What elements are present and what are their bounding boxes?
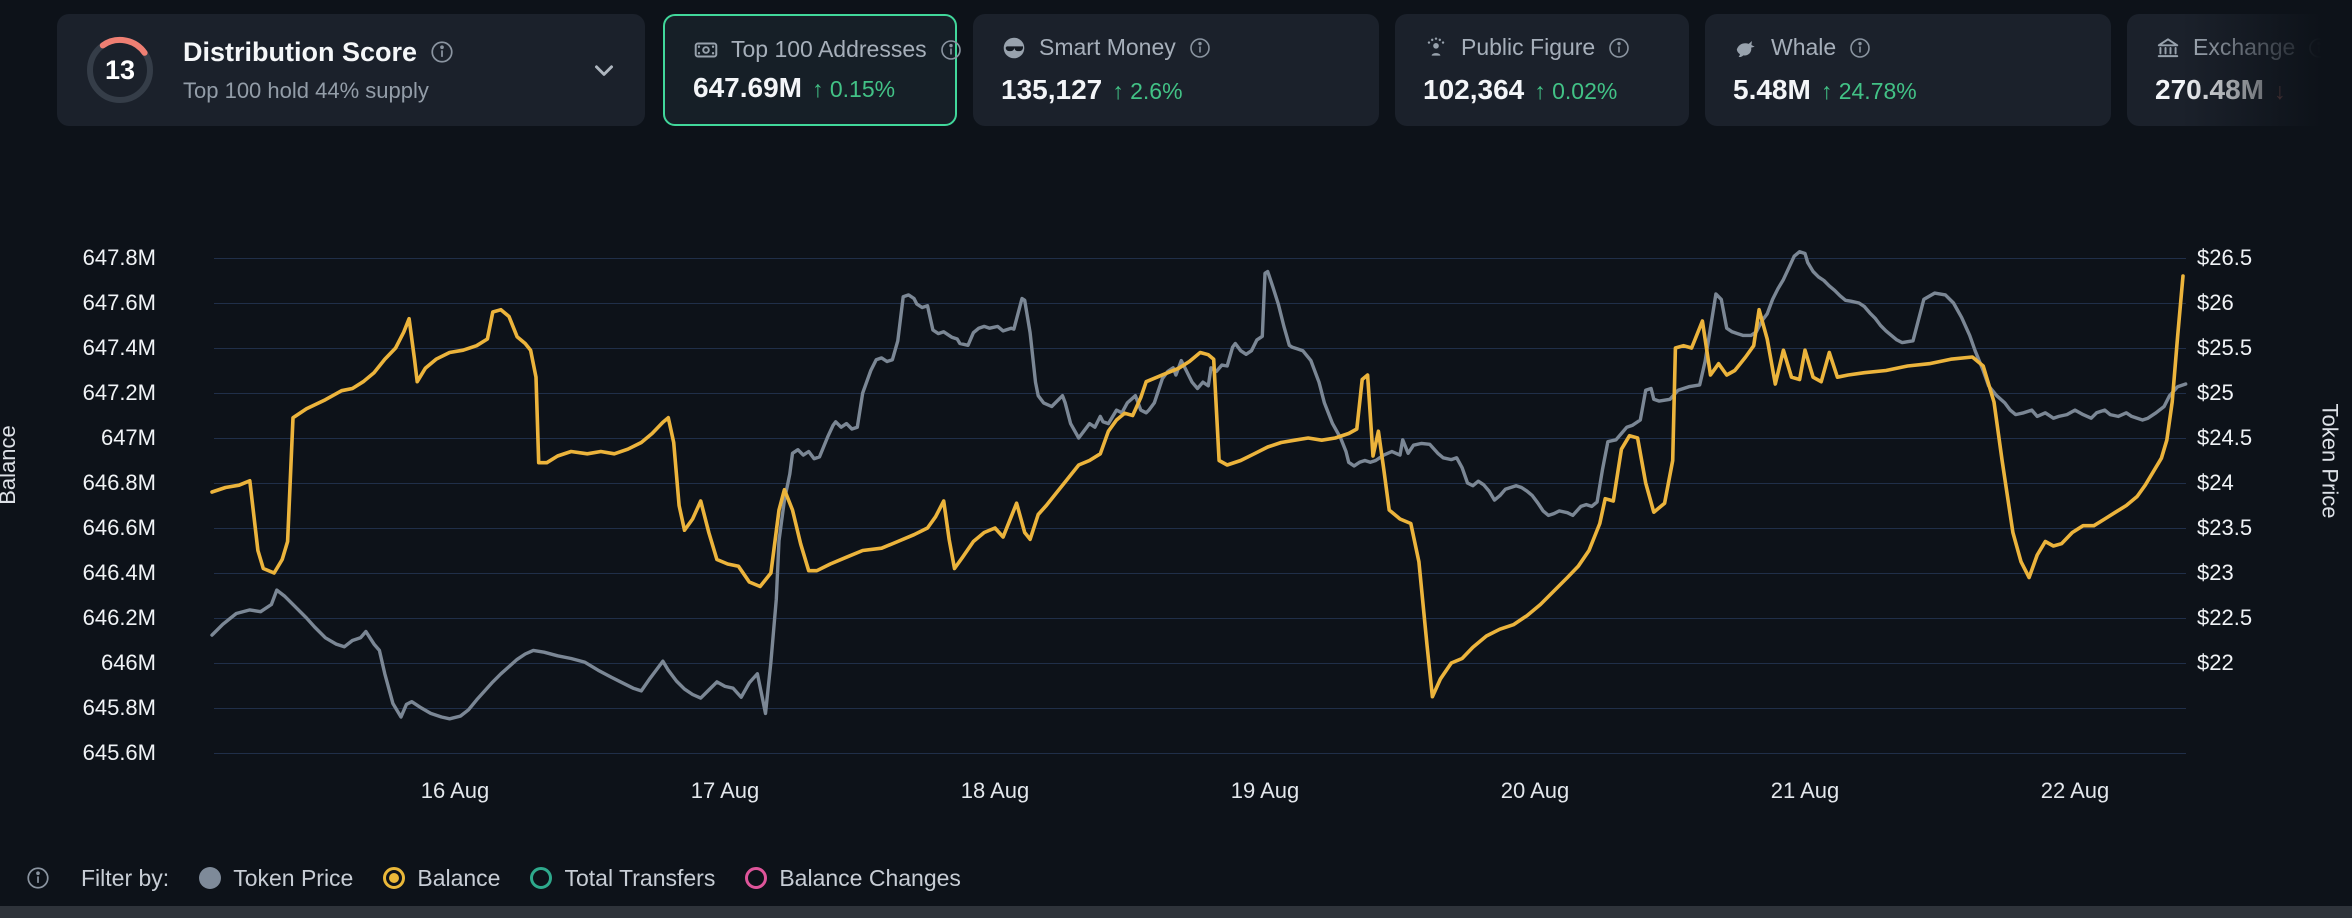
balance-tick: 647.6M — [36, 290, 156, 316]
bank-icon — [2155, 35, 2181, 61]
balance-tick: 646.2M — [36, 605, 156, 631]
balance-tick: 647.4M — [36, 335, 156, 361]
token-price-marker-icon — [199, 867, 221, 889]
card-smart-money[interactable]: Smart Money 135,127 ↑ 2.6% — [973, 14, 1379, 126]
price-tick: $26 — [2197, 290, 2234, 316]
price-tick: $24.5 — [2197, 425, 2252, 451]
info-icon[interactable] — [1607, 36, 1631, 60]
date-tick: 18 Aug — [961, 778, 1030, 804]
card-value: 647.69M — [693, 72, 802, 104]
balance-tick: 645.6M — [36, 740, 156, 766]
price-tick: $23 — [2197, 560, 2234, 586]
total-transfers-marker-icon — [530, 867, 552, 889]
up-arrow-icon: ↑ — [812, 76, 824, 102]
card-value: 5.48M — [1733, 74, 1811, 106]
legend-label: Balance Changes — [779, 865, 961, 892]
legend-token-price[interactable]: Token Price — [199, 865, 353, 892]
filter-label: Filter by: — [81, 865, 169, 892]
price-tick: $25 — [2197, 380, 2234, 406]
info-icon[interactable] — [1848, 36, 1872, 60]
price-tick: $22.5 — [2197, 605, 2252, 631]
card-change: ↓ — [2274, 78, 2286, 105]
legend-label: Token Price — [233, 865, 353, 892]
card-whale[interactable]: Whale 5.48M ↑ 24.78% — [1705, 14, 2111, 126]
info-icon[interactable] — [2307, 36, 2331, 60]
card-top-100-addresses[interactable]: Top 100 Addresses 647.69M ↑ 0.15% — [663, 14, 957, 126]
metric-cards-row: Top 100 Addresses 647.69M ↑ 0.15% Smart … — [663, 14, 2352, 126]
price-tick: $23.5 — [2197, 515, 2252, 541]
distribution-score-subtitle: Top 100 hold 44% supply — [183, 78, 455, 104]
balance-tick: 646.4M — [36, 560, 156, 586]
banknote-icon — [693, 37, 719, 63]
token-analytics-dashboard: { "header": { "distribution": { "score":… — [0, 0, 2352, 918]
card-title: Whale — [1771, 34, 1836, 61]
info-icon[interactable] — [25, 865, 51, 891]
distribution-score-card[interactable]: 13 Distribution Score Top 100 hold 44% s… — [57, 14, 645, 126]
date-tick: 19 Aug — [1231, 778, 1300, 804]
legend-balance-changes[interactable]: Balance Changes — [745, 865, 961, 892]
public-figure-icon — [1423, 35, 1449, 61]
card-title: Smart Money — [1039, 34, 1176, 61]
info-icon[interactable] — [939, 38, 963, 62]
date-tick: 16 Aug — [421, 778, 490, 804]
price-tick: $26.5 — [2197, 245, 2252, 271]
balance-tick: 646.6M — [36, 515, 156, 541]
balance-tick: 647.8M — [36, 245, 156, 271]
card-value: 102,364 — [1423, 74, 1524, 106]
price-tick: $25.5 — [2197, 335, 2252, 361]
balance-tick: 646M — [36, 650, 156, 676]
distribution-score-value: 13 — [83, 33, 157, 107]
distribution-score-title: Distribution Score — [183, 37, 417, 68]
card-value: 270.48M — [2155, 74, 2264, 106]
balance-tick: 646.8M — [36, 470, 156, 496]
legend-total-transfers[interactable]: Total Transfers — [530, 865, 715, 892]
bottom-section-edge — [0, 906, 2352, 918]
info-icon[interactable] — [1188, 36, 1212, 60]
balance-tick: 647.2M — [36, 380, 156, 406]
price-tick: $22 — [2197, 650, 2234, 676]
info-icon[interactable] — [429, 39, 455, 65]
balance-axis-title: Balance — [0, 425, 21, 505]
up-arrow-icon: ↑ — [1821, 78, 1833, 104]
legend-balance[interactable]: Balance — [383, 865, 500, 892]
smart-money-icon — [1001, 35, 1027, 61]
card-change: ↑ 0.15% — [812, 76, 895, 103]
card-public-figure[interactable]: Public Figure 102,364 ↑ 0.02% — [1395, 14, 1689, 126]
up-arrow-icon: ↑ — [1112, 78, 1124, 104]
distribution-score-gauge: 13 — [83, 33, 157, 107]
whale-icon — [1733, 35, 1759, 61]
date-tick: 22 Aug — [2041, 778, 2110, 804]
balance-tick: 645.8M — [36, 695, 156, 721]
card-title: Exchange — [2193, 34, 2295, 61]
date-tick: 20 Aug — [1501, 778, 1570, 804]
legend-label: Balance — [417, 865, 500, 892]
filter-bar: Filter by: Token Price Balance Total Tra… — [25, 856, 961, 900]
card-title: Public Figure — [1461, 34, 1595, 61]
card-value: 135,127 — [1001, 74, 1102, 106]
card-title: Top 100 Addresses — [731, 36, 927, 63]
card-exchange[interactable]: Exchange 270.48M ↓ — [2127, 14, 2352, 126]
card-change: ↑ 2.6% — [1112, 78, 1182, 105]
up-arrow-icon: ↑ — [1534, 78, 1546, 104]
card-change: ↑ 0.02% — [1534, 78, 1617, 105]
balance-changes-marker-icon — [745, 867, 767, 889]
chevron-down-icon[interactable] — [589, 55, 619, 85]
balance-line — [212, 276, 2183, 697]
price-tick: $24 — [2197, 470, 2234, 496]
down-arrow-icon: ↓ — [2274, 78, 2286, 104]
date-tick: 17 Aug — [691, 778, 760, 804]
token-price-line — [212, 252, 2186, 719]
date-tick: 21 Aug — [1771, 778, 1840, 804]
card-change: ↑ 24.78% — [1821, 78, 1917, 105]
legend-label: Total Transfers — [564, 865, 715, 892]
balance-marker-icon — [383, 867, 405, 889]
balance-tick: 647M — [36, 425, 156, 451]
price-axis-title: Token Price — [2316, 404, 2342, 519]
